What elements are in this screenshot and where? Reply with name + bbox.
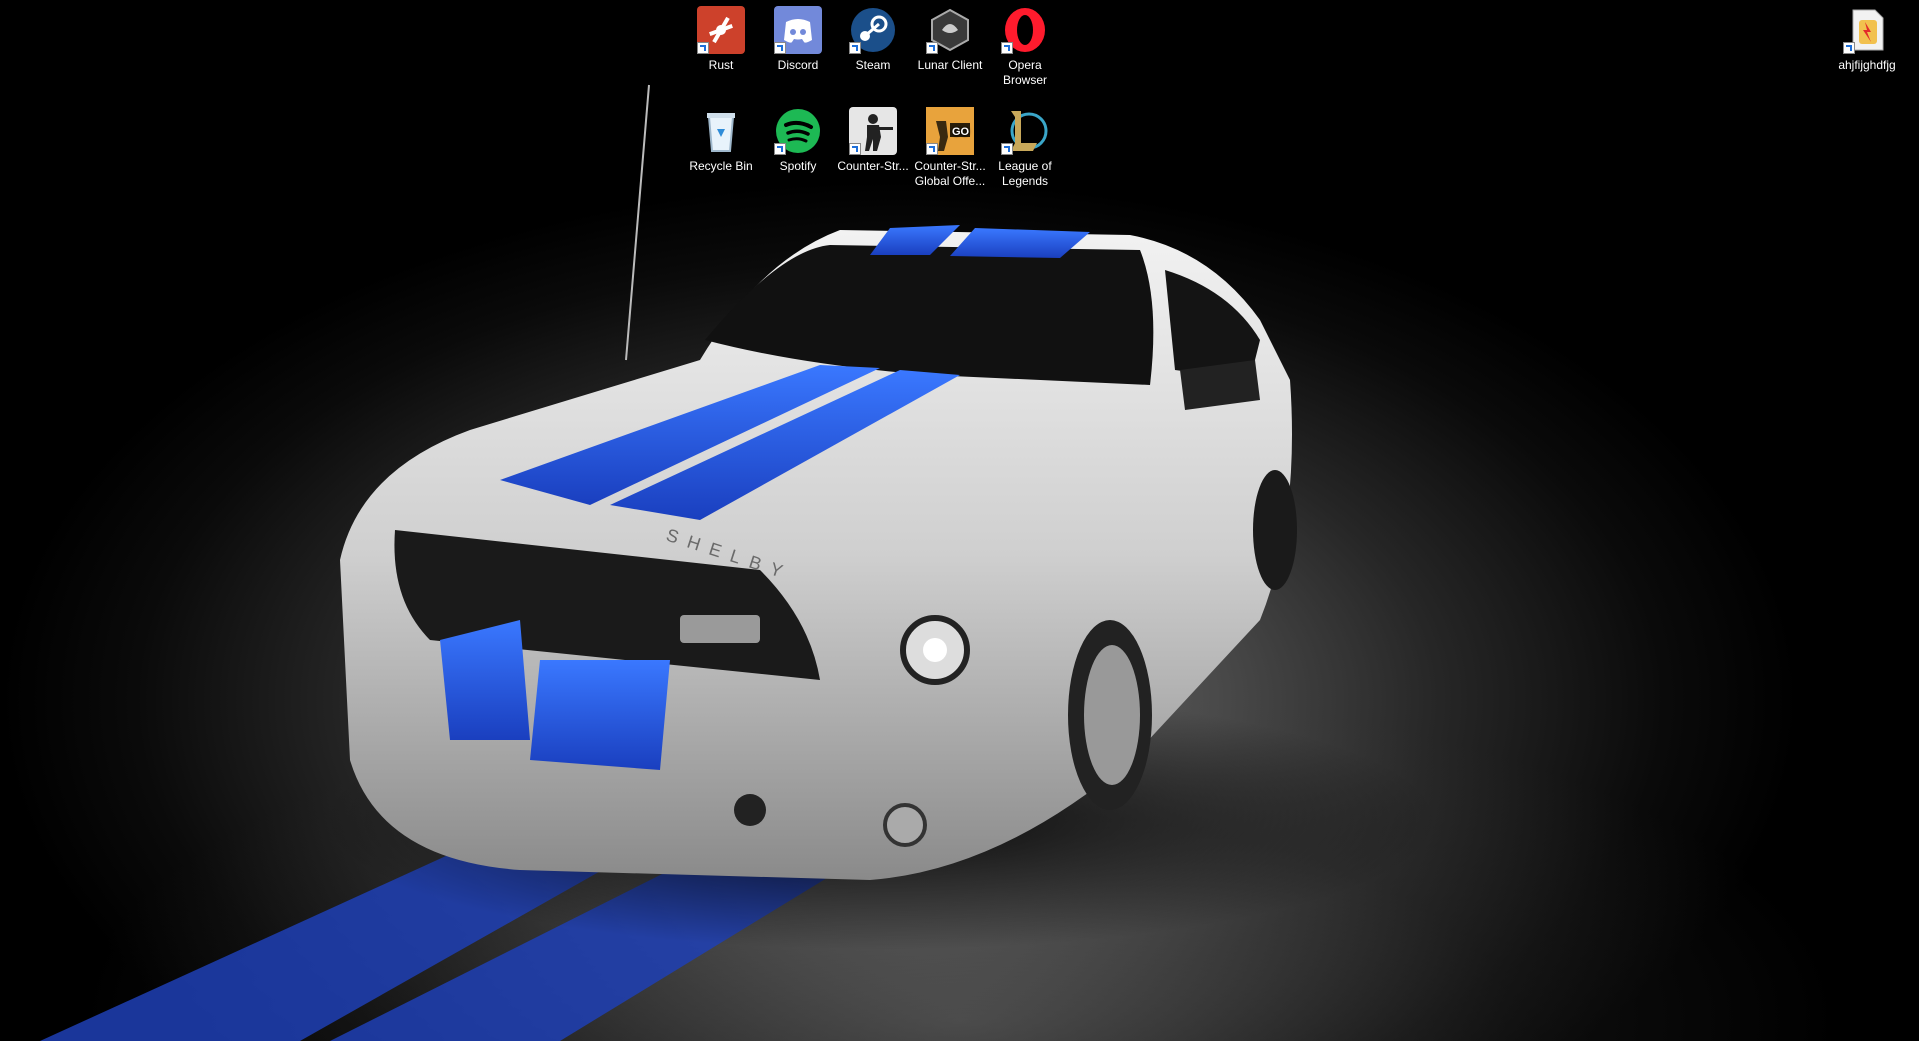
shortcut-arrow-icon [1843,42,1855,54]
csgo-icon: GO [926,107,974,155]
desktop-icon-discord[interactable]: Discord [760,6,836,73]
desktop-icon-label: Rust [708,58,734,72]
desktop-icon-opera[interactable]: Opera Browser [987,6,1063,88]
discord-icon [774,6,822,54]
desktop-icon-label: Counter-Str... [837,159,909,173]
desktop-icon-label: Spotify [779,159,817,173]
desktop-icon-label: Discord [777,58,819,72]
shortcut-arrow-icon [926,42,938,54]
desktop-icon-csgo[interactable]: GO Counter-Str... Global Offe... [912,107,988,189]
shortcut-arrow-icon [774,143,786,155]
desktop-icon-rust[interactable]: Rust [683,6,759,73]
desktop-icon-steam[interactable]: Steam [835,6,911,73]
desktop-icon-label: Steam [855,58,891,72]
desktop-icon-recycle-bin[interactable]: Recycle Bin [683,107,759,174]
desktop-icon-label: Opera Browser [1002,58,1047,87]
counter-strike-icon [849,107,897,155]
desktop[interactable]: SHELBY Rust Discord Steam Lunar Client O… [0,0,1919,1041]
steam-icon [849,6,897,54]
shortcut-arrow-icon [697,42,709,54]
desktop-icon-label: League of Legends [998,159,1052,188]
file-icon [1843,6,1891,54]
desktop-icon-counter-strike[interactable]: Counter-Str... [835,107,911,174]
shortcut-arrow-icon [1001,42,1013,54]
desktop-icon-file[interactable]: ahjfijghdfjg [1822,6,1912,73]
rust-icon [697,6,745,54]
shortcut-arrow-icon [1001,143,1013,155]
desktop-icon-label: Counter-Str... Global Offe... [914,159,986,188]
desktop-icon-league-of-legends[interactable]: League of Legends [987,107,1063,189]
opera-icon [1001,6,1049,54]
desktop-icon-spotify[interactable]: Spotify [760,107,836,174]
shortcut-arrow-icon [849,42,861,54]
desktop-icon-label: ahjfijghdfjg [1838,58,1896,72]
spotify-icon [774,107,822,155]
desktop-icon-label: Recycle Bin [689,159,753,173]
shortcut-arrow-icon [849,143,861,155]
shortcut-arrow-icon [774,42,786,54]
lunar-client-icon [926,6,974,54]
recycle-bin-icon [697,107,745,155]
desktop-icon-label: Lunar Client [917,58,983,72]
desktop-icon-lunar-client[interactable]: Lunar Client [912,6,988,73]
league-of-legends-icon [1001,107,1049,155]
shortcut-arrow-icon [926,143,938,155]
svg-text:GO: GO [952,126,970,138]
